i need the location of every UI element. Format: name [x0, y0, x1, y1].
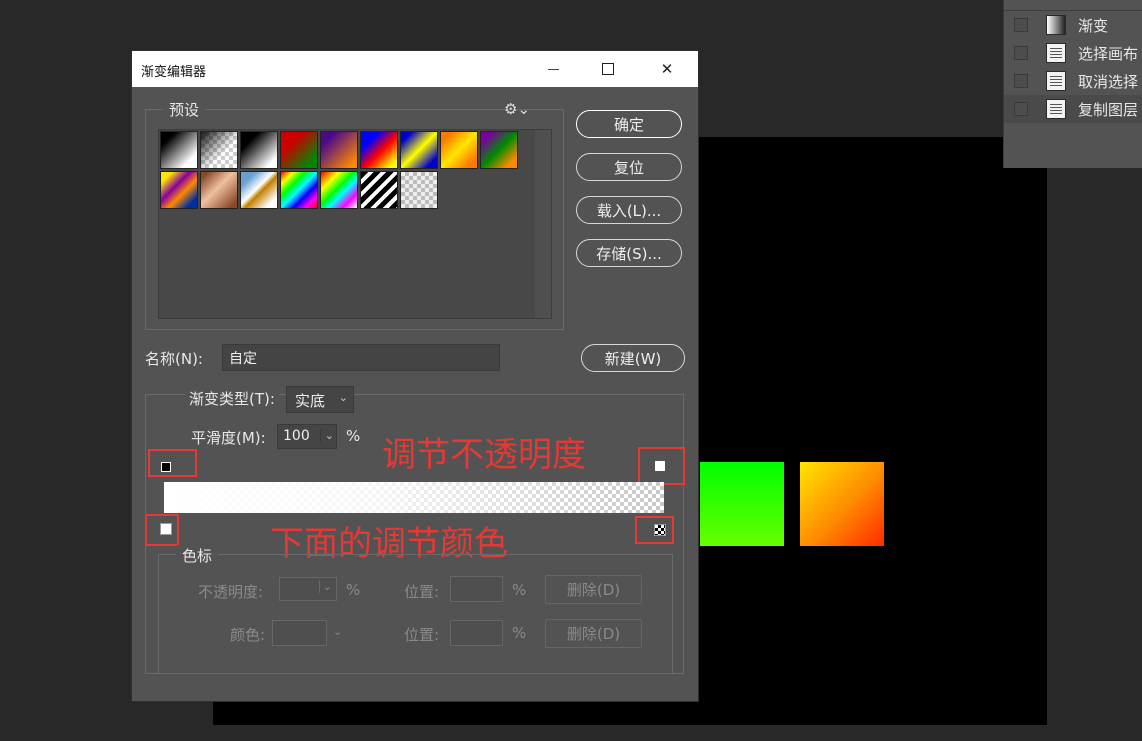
annotation-opacity: 调节不透明度	[382, 435, 586, 475]
visibility-checkbox[interactable]	[1014, 18, 1028, 32]
preset-swatch[interactable]	[200, 171, 238, 209]
preset-swatch[interactable]	[320, 171, 358, 209]
dialog-title: 渐变编辑器	[141, 65, 207, 80]
visibility-checkbox[interactable]	[1014, 46, 1028, 60]
save-button[interactable]: 存储(S)...	[576, 239, 682, 267]
history-item-label: 取消选择	[1078, 72, 1139, 91]
minimize-icon[interactable]	[530, 51, 576, 87]
history-item-label: 选择画布	[1078, 44, 1139, 63]
stops-group	[158, 554, 673, 674]
preset-swatch[interactable]	[400, 171, 438, 209]
canvas-text-guo: 国	[800, 462, 885, 546]
smoothness-label: 平滑度(M):	[191, 429, 266, 447]
preset-swatch[interactable]	[360, 171, 398, 209]
color-position-input[interactable]	[450, 620, 503, 646]
color-position-label: 位置:	[404, 626, 440, 644]
color-label: 颜色:	[230, 626, 266, 644]
chevron-down-icon[interactable]: ⌄	[319, 429, 334, 442]
gradient-type-value: 实底	[295, 392, 326, 410]
history-item-label: 渐变	[1078, 16, 1109, 35]
new-button[interactable]: 新建(W)	[581, 344, 685, 372]
opacity-position-label: 位置:	[404, 583, 440, 601]
gradient-editor-dialog: 渐变编辑器 ✕ 预设 ⚙⌄ 确定 复位 载入(L)... 存储(S)... 名称…	[132, 51, 698, 701]
document-icon	[1046, 99, 1066, 119]
history-panel: 渐变 选择画布 取消选择 复制图层	[1003, 0, 1142, 168]
document-icon	[1046, 43, 1066, 63]
document-icon	[1046, 71, 1066, 91]
ok-button[interactable]: 确定	[576, 110, 682, 138]
preset-swatch[interactable]	[160, 131, 198, 169]
preset-swatch[interactable]	[280, 171, 318, 209]
preset-swatch[interactable]	[200, 131, 238, 169]
canvas-text-zhong: 中	[700, 462, 785, 546]
preset-swatch[interactable]	[280, 131, 318, 169]
opacity-stop-right[interactable]	[655, 461, 665, 471]
name-label: 名称(N):	[145, 350, 203, 368]
preset-swatch[interactable]	[360, 131, 398, 169]
history-item-select-canvas[interactable]: 选择画布	[1004, 39, 1142, 67]
history-item-deselect[interactable]: 取消选择	[1004, 67, 1142, 95]
visibility-checkbox[interactable]	[1014, 74, 1028, 88]
preset-swatch[interactable]	[160, 171, 198, 209]
gear-icon[interactable]: ⚙⌄	[504, 100, 530, 118]
color-stop-right[interactable]	[654, 524, 666, 536]
preset-swatch[interactable]	[400, 131, 438, 169]
chevron-down-icon: ⌄	[333, 625, 343, 638]
title-bar[interactable]: 渐变编辑器 ✕	[132, 51, 698, 87]
chevron-down-icon: ⌄	[318, 580, 332, 593]
preset-swatch[interactable]	[240, 171, 278, 209]
percent-sign: %	[346, 581, 361, 599]
delete-opacity-stop-button[interactable]: 删除(D)	[545, 575, 642, 604]
preset-swatch[interactable]	[440, 131, 478, 169]
gradient-type-label: 渐变类型(T):	[185, 388, 279, 409]
opacity-stop-left[interactable]	[161, 462, 171, 472]
smoothness-value: 100	[283, 428, 310, 444]
annotation-box	[148, 449, 197, 477]
stops-label: 色标	[176, 545, 219, 566]
opacity-input[interactable]: ⌄	[279, 577, 337, 601]
maximize-icon[interactable]	[585, 51, 631, 87]
smoothness-input[interactable]: 100 ⌄	[277, 424, 337, 449]
chevron-down-icon: ⌄	[338, 391, 348, 404]
gradient-type-select[interactable]: 实底 ⌄	[286, 386, 354, 413]
delete-color-stop-button[interactable]: 删除(D)	[545, 619, 642, 648]
gradient-preview-bar[interactable]	[164, 482, 664, 513]
opacity-label: 不透明度:	[198, 583, 264, 601]
preset-swatch[interactable]	[240, 131, 278, 169]
history-item-gradient[interactable]: 渐变	[1004, 11, 1142, 39]
history-item-label: 复制图层	[1078, 100, 1139, 119]
scrollbar[interactable]	[535, 130, 551, 318]
percent-sign: %	[346, 427, 361, 445]
gradient-thumb-icon	[1046, 15, 1066, 35]
history-item-duplicate-layer[interactable]: 复制图层	[1004, 95, 1142, 123]
preset-swatch[interactable]	[320, 131, 358, 169]
name-field[interactable]: 自定	[222, 344, 500, 371]
reset-button[interactable]: 复位	[576, 153, 682, 181]
presets-label: 预设	[163, 99, 206, 120]
percent-sign: %	[512, 581, 527, 599]
visibility-checkbox[interactable]	[1014, 102, 1028, 116]
color-swatch-field[interactable]	[272, 620, 327, 646]
percent-sign: %	[512, 624, 527, 642]
preset-swatch[interactable]	[480, 131, 518, 169]
color-stop-left[interactable]	[160, 523, 172, 535]
preset-swatch-list	[158, 129, 552, 319]
opacity-position-input[interactable]	[450, 576, 503, 602]
close-icon[interactable]: ✕	[644, 51, 690, 87]
load-button[interactable]: 载入(L)...	[576, 196, 682, 224]
